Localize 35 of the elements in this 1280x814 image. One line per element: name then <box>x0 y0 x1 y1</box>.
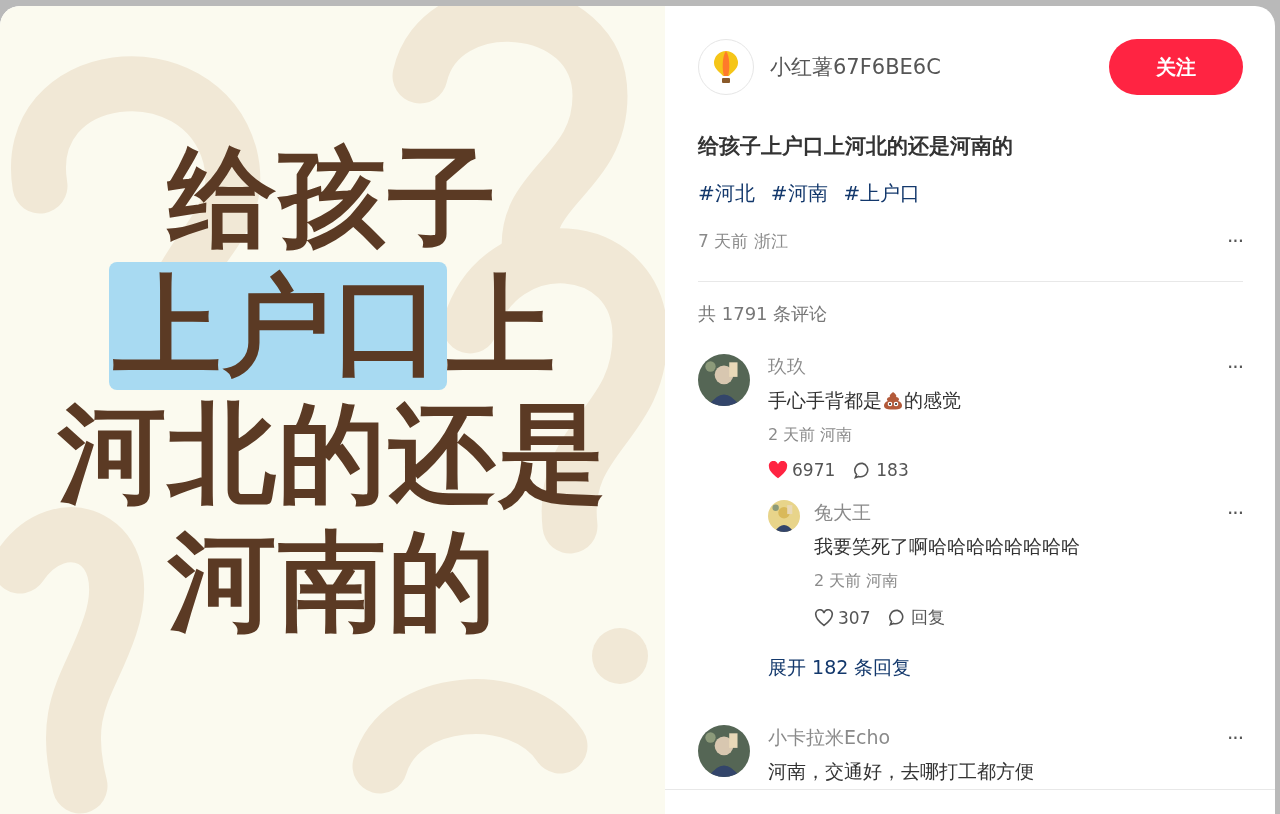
more-button[interactable]: ··· <box>1226 355 1243 379</box>
comment-text: 的感觉 <box>904 389 961 413</box>
expand-replies-link[interactable]: 展开 182 条回复 <box>768 655 1243 681</box>
cover-text: 河南的 <box>167 518 498 646</box>
comment-count: 共 1791 条评论 <box>698 302 829 326</box>
cover-text: 上 <box>446 262 557 390</box>
poop-emoji-icon <box>882 390 904 411</box>
follow-button[interactable]: 关注 <box>1109 39 1243 95</box>
comment-meta: 2 天前 河南 <box>814 571 900 592</box>
more-button[interactable]: ··· <box>1226 726 1243 750</box>
reply-count[interactable]: 183 <box>876 460 909 480</box>
like-count: 307 <box>838 607 871 628</box>
author-avatar[interactable] <box>698 39 754 95</box>
heart-outline-icon[interactable] <box>814 608 834 627</box>
cover-text: 河北的还是 <box>57 390 608 518</box>
post-title: 给孩子上户口上河北的还是河南的 <box>698 133 1014 160</box>
commenter-name[interactable]: 小卡拉米Echo <box>768 725 891 751</box>
author-name[interactable]: 小红薯67F6BE6C <box>770 53 1093 81</box>
heart-icon[interactable] <box>768 461 788 479</box>
like-count: 6971 <box>792 460 836 480</box>
comment-text: 手心手背都是 <box>768 389 882 413</box>
commenter-name[interactable]: 玖玖 <box>768 354 806 380</box>
hashtag-link[interactable]: #上户口 <box>843 180 921 207</box>
balloon-icon <box>713 50 739 84</box>
comment-text: 河南，交通好，去哪打工都方便 <box>768 760 1034 784</box>
post-meta: 7 天前 浙江 <box>698 229 788 253</box>
cover-text: 给孩子 <box>167 134 498 262</box>
comment-text: 我要笑死了啊哈哈哈哈哈哈哈哈 <box>814 535 1080 559</box>
hashtag-link[interactable]: #河南 <box>770 180 828 207</box>
reply-count[interactable]: 回复 <box>911 606 946 629</box>
hashtag-link[interactable]: #河北 <box>698 180 755 207</box>
more-button[interactable]: ··· <box>1226 229 1243 253</box>
comment-meta: 2 天前 河南 <box>768 425 854 446</box>
cover-text: 上户口 <box>108 262 447 390</box>
more-button[interactable]: ··· <box>1226 501 1243 525</box>
